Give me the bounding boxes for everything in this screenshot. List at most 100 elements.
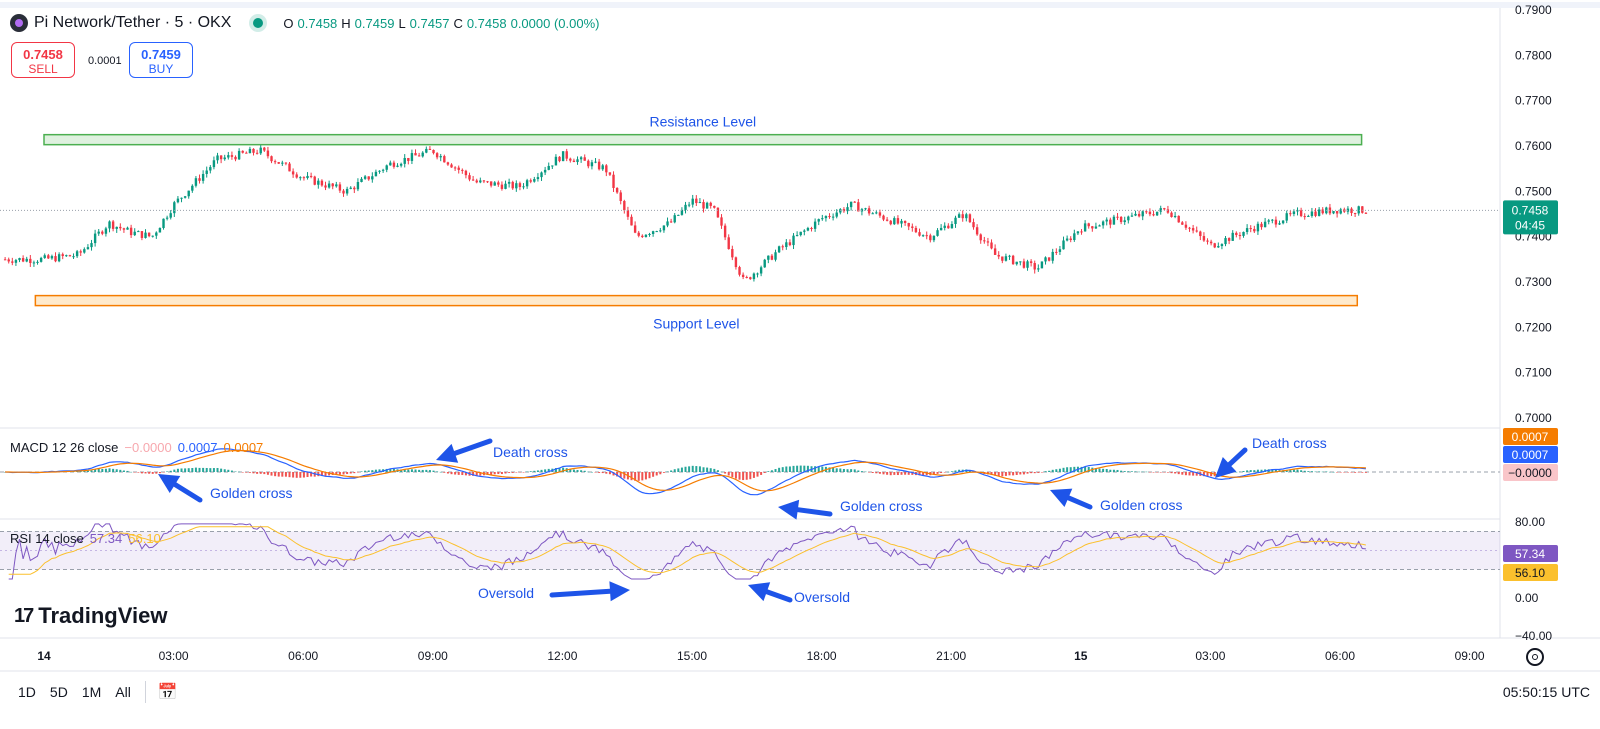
resistance-zone: [43, 133, 1363, 146]
range-button-1d[interactable]: 1D: [18, 684, 36, 700]
candle-body: [925, 235, 928, 237]
candle-body: [223, 157, 226, 160]
calendar-icon[interactable]: 📅: [158, 682, 178, 702]
macd-histogram-bar: [846, 469, 849, 472]
macd-histogram-bar: [799, 465, 802, 472]
candle-body: [903, 220, 907, 223]
macd-histogram-bar: [644, 472, 647, 480]
candle-body: [781, 246, 784, 248]
macd-histogram-bar: [256, 472, 259, 474]
candle-body: [356, 182, 360, 190]
macd-histogram-bar: [540, 469, 543, 472]
candle-body: [997, 254, 1000, 257]
candle-body: [644, 234, 648, 237]
utc-clock[interactable]: 05:50:15 UTC: [1503, 684, 1590, 700]
macd-histogram-bar: [904, 472, 907, 475]
candle-body: [331, 183, 334, 187]
macd-histogram-bar: [371, 470, 374, 472]
macd-histogram-bar: [223, 469, 226, 472]
macd-histogram-bar: [1177, 472, 1180, 475]
macd-legend[interactable]: MACD 12 26 close −0.0000 0.0007 0.0007: [10, 440, 263, 455]
macd-histogram-bar: [767, 471, 770, 472]
macd-histogram-bar: [1361, 472, 1364, 473]
candle-body: [461, 169, 464, 171]
candle-body: [500, 184, 504, 189]
candle-body: [367, 176, 370, 180]
candle-body: [291, 171, 295, 175]
candle-body: [144, 232, 147, 238]
macd-histogram-bar: [1051, 469, 1054, 472]
candle-body: [1238, 235, 1242, 237]
macd-histogram-bar: [706, 467, 709, 472]
candle-body: [821, 218, 824, 220]
range-button-all[interactable]: All: [115, 684, 131, 700]
candle-body: [507, 181, 511, 184]
macd-histogram-bar: [598, 472, 601, 473]
candle-body: [893, 218, 896, 225]
macd-histogram-bar: [878, 472, 881, 474]
symbol-title[interactable]: Pi Network/Tether · 5 · OKX: [34, 14, 231, 32]
macd-histogram-bar: [1318, 471, 1321, 472]
candle-body: [133, 231, 136, 236]
candle-body: [212, 160, 216, 168]
candle-body: [1278, 223, 1281, 225]
settings-gear-icon[interactable]: [1526, 648, 1544, 666]
macd-histogram-bar: [515, 472, 518, 473]
macd-histogram-bar: [673, 469, 676, 472]
sell-button[interactable]: 0.7458 SELL: [11, 42, 75, 78]
candle-body: [1353, 213, 1357, 215]
ohlc-values: O 0.7458 H 0.7459 L 0.7457 C 0.7458 0.0000 (…: [283, 16, 599, 31]
candle-body: [205, 170, 208, 174]
tradingview-logo[interactable]: 17 TradingView: [14, 603, 167, 629]
candle-body: [306, 175, 309, 179]
rsi-legend[interactable]: RSI 14 close 57.34 56.10: [10, 531, 161, 546]
candle-body: [108, 221, 111, 229]
range-button-5d[interactable]: 5D: [50, 684, 68, 700]
oversold-arrow-head: [609, 581, 630, 602]
candle-body: [1055, 251, 1058, 253]
candle-body: [155, 232, 158, 236]
candle-body: [65, 255, 68, 257]
candle-body: [1069, 238, 1072, 241]
macd-histogram-bar: [112, 468, 115, 472]
candle-body: [1310, 211, 1314, 216]
candle-body: [914, 227, 918, 233]
candle-body: [32, 262, 36, 264]
time-tick-label: 09:00: [1455, 649, 1485, 663]
macd-histogram-bar: [670, 470, 673, 472]
candle-body: [731, 249, 734, 258]
candle-body: [7, 259, 10, 262]
golden-cross-label: Golden cross: [840, 498, 922, 514]
candle-body: [687, 204, 691, 206]
spread-value: 0.0001: [88, 55, 122, 67]
candle-body: [1202, 236, 1206, 241]
candle-body: [180, 197, 183, 199]
macd-histogram-bar: [1148, 472, 1151, 473]
macd-legend-macd: 0.0007: [177, 440, 218, 455]
macd-histogram-bar: [666, 471, 669, 472]
golden-cross-arrow-head: [778, 499, 800, 520]
candle-body: [450, 164, 453, 168]
candle-body: [709, 202, 712, 206]
candle-body: [1267, 220, 1270, 222]
candle-body: [972, 222, 975, 228]
macd-histogram-bar: [1253, 470, 1256, 472]
candle-body: [518, 183, 522, 187]
macd-histogram-bar: [1048, 470, 1051, 472]
candle-body: [612, 174, 615, 188]
candle-body: [1130, 215, 1134, 217]
candle-body: [1019, 261, 1022, 263]
golden-cross-label: Golden cross: [1100, 497, 1182, 513]
candle-body: [457, 167, 460, 170]
range-button-1m[interactable]: 1M: [82, 684, 101, 700]
candle-body: [864, 208, 867, 210]
open-value: 0.7458: [297, 15, 338, 31]
chart-canvas[interactable]: 0.70000.71000.72000.73000.74000.75000.76…: [0, 0, 1600, 729]
candle-body: [1220, 244, 1224, 247]
candle-body: [21, 258, 25, 262]
price-tick-label: 0.7500: [1515, 184, 1552, 198]
macd-histogram-bar: [1026, 472, 1029, 474]
buy-button[interactable]: 0.7459 BUY: [129, 42, 193, 78]
macd-histogram-bar: [1019, 472, 1022, 475]
macd-histogram-bar: [1246, 470, 1249, 472]
